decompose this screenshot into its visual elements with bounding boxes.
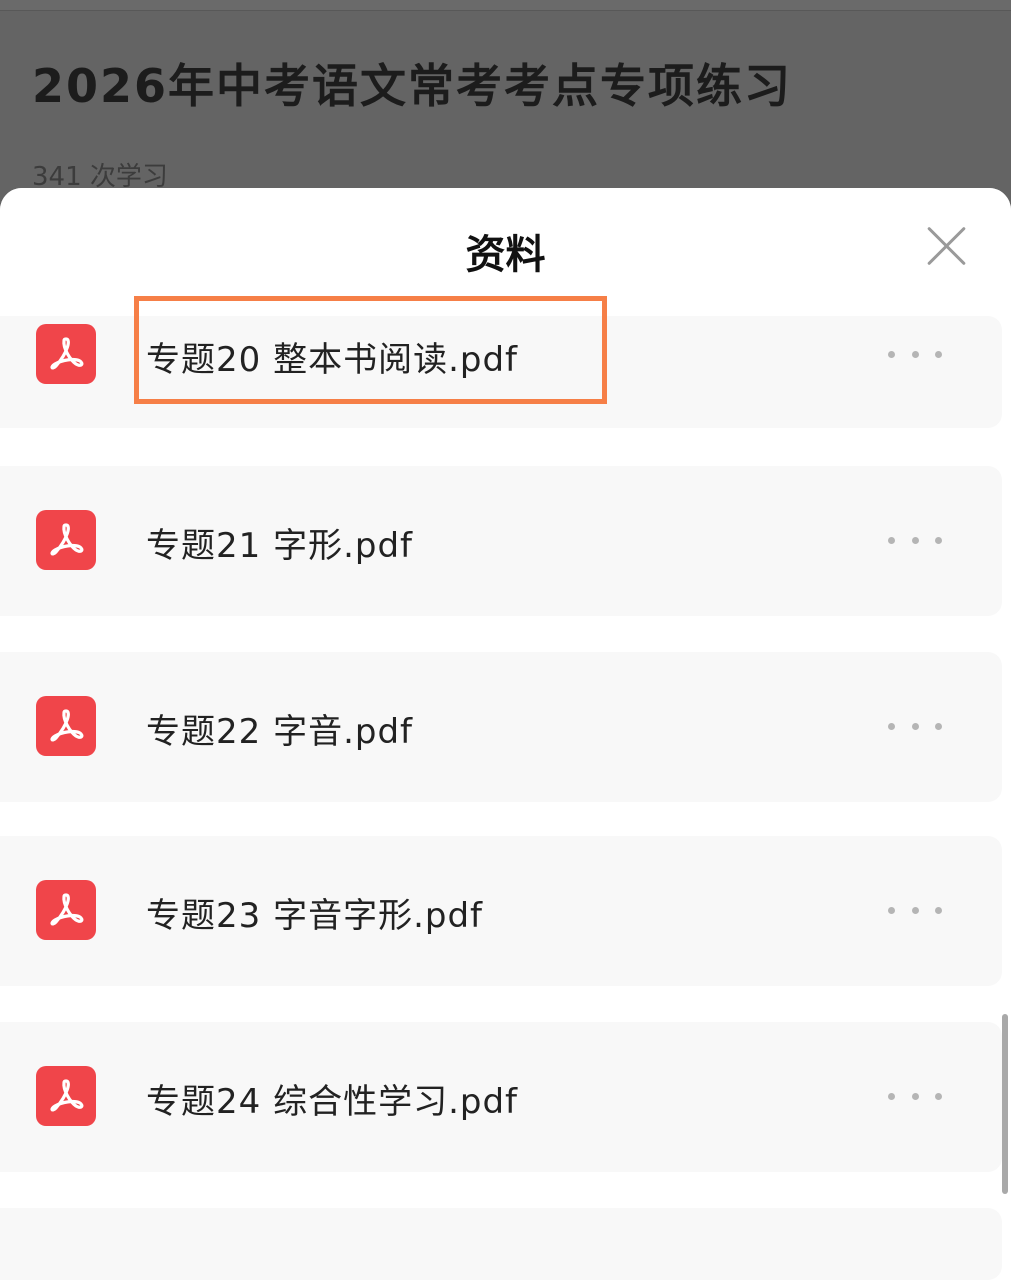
file-name: 专题22 字音.pdf [146, 712, 414, 752]
pdf-icon [36, 510, 96, 570]
more-options-icon[interactable] [888, 339, 942, 369]
file-item-0[interactable]: 专题20 整本书阅读.pdf [0, 316, 1002, 428]
file-name: 专题23 字音字形.pdf [146, 896, 484, 936]
more-options-icon[interactable] [888, 895, 942, 925]
file-item-1[interactable]: 专题21 字形.pdf [0, 466, 1002, 616]
materials-sheet: 专题20 整本书阅读.pdf 专题21 字形.pdf 专题22 字音.pdf 专… [0, 188, 1011, 1280]
close-icon[interactable] [918, 218, 974, 274]
more-options-icon[interactable] [888, 1081, 942, 1111]
file-item-4[interactable]: 专题24 综合性学习.pdf [0, 1022, 1002, 1172]
more-options-icon[interactable] [888, 711, 942, 741]
file-name: 专题24 综合性学习.pdf [146, 1082, 519, 1122]
pdf-icon [36, 880, 96, 940]
file-item-partial[interactable] [0, 1208, 1002, 1280]
background-toolbar-edge [0, 0, 1011, 11]
file-name: 专题21 字形.pdf [146, 526, 414, 566]
pdf-icon [36, 696, 96, 756]
pdf-icon [36, 324, 96, 384]
file-item-3[interactable]: 专题23 字音字形.pdf [0, 836, 1002, 986]
file-name: 专题20 整本书阅读.pdf [146, 340, 519, 380]
course-title: 2026年中考语文常考考点专项练习 [32, 59, 793, 113]
file-item-2[interactable]: 专题22 字音.pdf [0, 652, 1002, 802]
pdf-icon [36, 1066, 96, 1126]
file-list[interactable]: 专题20 整本书阅读.pdf 专题21 字形.pdf 专题22 字音.pdf 专… [0, 188, 1011, 1280]
scrollbar[interactable] [1002, 1014, 1008, 1194]
more-options-icon[interactable] [888, 525, 942, 555]
sheet-title: 资料 [465, 232, 546, 278]
